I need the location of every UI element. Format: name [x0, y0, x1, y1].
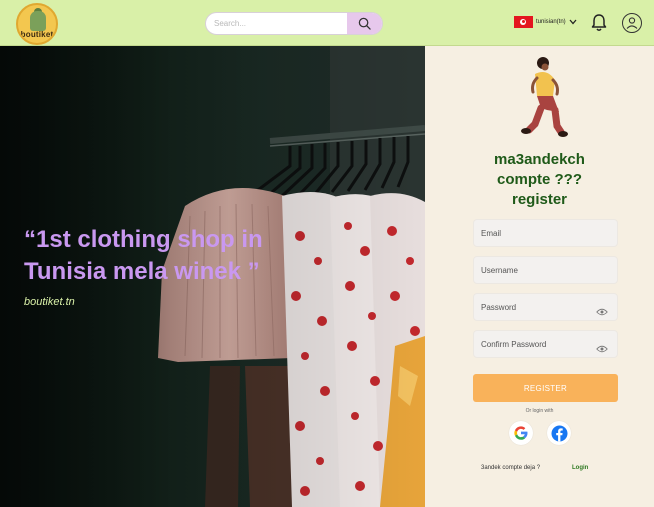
- user-icon: [626, 17, 638, 29]
- toggle-confirm-password-visibility[interactable]: [596, 340, 608, 358]
- google-icon: [514, 426, 528, 440]
- search-input[interactable]: [206, 13, 349, 34]
- chevron-down-icon: [569, 19, 577, 25]
- register-title-line3: register: [511, 191, 568, 208]
- email-field-wrap: [473, 219, 618, 247]
- password-field-wrap: [473, 293, 618, 321]
- brand-logo[interactable]: boutiket: [16, 3, 58, 45]
- top-header: boutiket tunisian(tn): [0, 0, 654, 46]
- logo-text: boutiket: [20, 30, 54, 39]
- facebook-login-button[interactable]: [547, 421, 571, 445]
- google-login-button[interactable]: [509, 421, 533, 445]
- notifications-button[interactable]: [591, 13, 607, 37]
- facebook-icon: [551, 425, 567, 441]
- tunisia-flag-icon: [514, 16, 533, 28]
- register-title-line1: ma3andekch: [494, 151, 585, 168]
- register-button[interactable]: REGISTER: [473, 374, 618, 402]
- have-account-text: 3andek compte deja ?: [481, 465, 541, 471]
- search-bar: [205, 12, 383, 35]
- eye-icon: [596, 345, 608, 353]
- search-button[interactable]: [347, 13, 382, 34]
- eye-icon: [596, 308, 608, 316]
- register-panel: ma3andekch compte ??? register REGISTER …: [425, 46, 654, 507]
- profile-button[interactable]: [622, 13, 642, 33]
- username-field-wrap: [473, 256, 618, 284]
- hero-quote: “1st clothing shop in Tunisia mela winek…: [24, 226, 263, 285]
- toggle-password-visibility[interactable]: [596, 303, 608, 321]
- hero-banner: “1st clothing shop in Tunisia mela winek…: [0, 46, 425, 507]
- person-illustration: [521, 57, 568, 137]
- username-field[interactable]: [474, 257, 617, 283]
- login-link[interactable]: Login: [572, 465, 588, 471]
- register-title: ma3andekch compte ??? register: [425, 150, 654, 210]
- logo-figure: [30, 11, 46, 31]
- language-selector[interactable]: tunisian(tn): [514, 16, 577, 28]
- confirm-password-field-wrap: [473, 330, 618, 358]
- register-title-line2: compte ???: [497, 171, 582, 188]
- or-login-with-label: Or login with: [525, 408, 554, 414]
- hero-site-name: boutiket.tn: [24, 296, 75, 308]
- email-field[interactable]: [474, 220, 617, 246]
- search-icon: [358, 17, 371, 30]
- language-label: tunisian(tn): [536, 19, 566, 25]
- bell-icon: [591, 14, 607, 31]
